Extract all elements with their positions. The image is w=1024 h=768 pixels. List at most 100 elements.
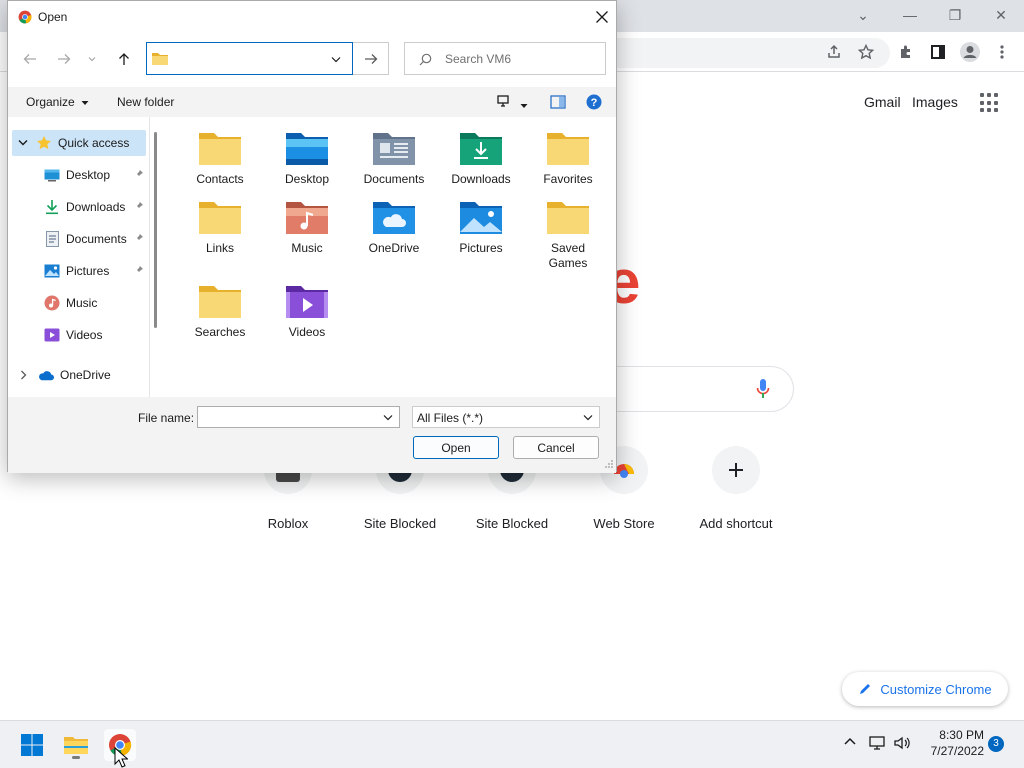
nav-label: Desktop (66, 168, 111, 182)
organize-chevron-icon (81, 101, 89, 105)
file-type-chevron-icon (583, 415, 593, 421)
folder-label: Saved Games (548, 241, 588, 270)
network-icon[interactable] (869, 735, 887, 754)
customize-chrome-button[interactable]: Customize Chrome (842, 672, 1008, 706)
folder-label: Favorites (543, 172, 593, 186)
extensions-icon[interactable] (894, 40, 918, 64)
nav-item-pictures[interactable]: Pictures (12, 258, 146, 284)
folder-item-music[interactable]: Music (265, 200, 349, 256)
onedrive-cloud-icon (38, 367, 54, 383)
forward-arrow-icon[interactable] (52, 47, 76, 71)
folder-item-downloads[interactable]: Downloads (439, 131, 523, 187)
system-clock[interactable]: 8:30 PM 7/27/2022 (916, 727, 984, 759)
volume-icon[interactable] (893, 735, 911, 754)
folder-icon (199, 286, 241, 318)
nav-item-desktop[interactable]: Desktop (12, 162, 146, 188)
resize-grip-icon[interactable] (604, 459, 614, 469)
file-name-field[interactable] (197, 406, 400, 428)
minimize-icon[interactable]: — (896, 4, 924, 26)
folder-label: Searches (194, 325, 246, 339)
profile-avatar-icon[interactable] (958, 40, 982, 64)
view-options-chevron-icon[interactable] (520, 98, 528, 112)
folder-item-saved-games[interactable]: Saved Games (526, 200, 610, 271)
onedrive-folder-icon (373, 202, 415, 234)
nav-label: Downloads (66, 200, 126, 214)
voice-search-icon[interactable] (756, 378, 770, 400)
cancel-button[interactable]: Cancel (513, 436, 599, 459)
search-placeholder: Search VM6 (445, 52, 512, 66)
running-indicator (72, 756, 80, 759)
recent-locations-chevron-icon[interactable] (84, 47, 100, 71)
organize-button[interactable]: Organize (26, 95, 89, 109)
nav-item-downloads[interactable]: Downloads (12, 194, 146, 220)
up-arrow-icon[interactable] (112, 47, 136, 71)
nav-quick-access[interactable]: Quick access (12, 130, 146, 156)
open-button[interactable]: Open (413, 436, 499, 459)
dialog-footer: File name: All Files (*.*) Open Cancel (8, 397, 616, 473)
dialog-title-bar[interactable]: Open (8, 1, 616, 33)
chrome-menu-icon[interactable] (990, 40, 1014, 64)
folder-item-videos[interactable]: Videos (265, 284, 349, 340)
plus-icon (712, 446, 760, 494)
file-explorer-taskbar-button[interactable] (60, 729, 92, 761)
preview-pane-icon[interactable] (550, 95, 566, 112)
folder-item-pictures[interactable]: Pictures (439, 200, 523, 256)
side-panel-icon[interactable] (926, 40, 950, 64)
back-arrow-icon[interactable] (18, 47, 42, 71)
customize-chrome-label: Customize Chrome (880, 681, 992, 697)
share-icon[interactable] (822, 40, 846, 64)
shortcut-label: Site Blocked (475, 516, 549, 531)
folder-item-contacts[interactable]: Contacts (178, 131, 262, 187)
nav-item-music[interactable]: Music (12, 290, 146, 316)
go-arrow-icon[interactable] (353, 42, 389, 75)
shortcut-label: Site Blocked (363, 516, 437, 531)
images-link[interactable]: Images (912, 94, 958, 110)
folder-item-desktop[interactable]: Desktop (265, 131, 349, 187)
gmail-link[interactable]: Gmail (864, 94, 901, 110)
pin-icon (135, 202, 143, 210)
cancel-button-label: Cancel (537, 440, 575, 455)
folder-item-links[interactable]: Links (178, 200, 262, 256)
nav-pane-scrollbar[interactable] (154, 132, 157, 328)
google-apps-icon[interactable] (980, 93, 1000, 113)
new-folder-button[interactable]: New folder (117, 95, 174, 109)
notification-badge[interactable]: 3 (988, 736, 1004, 752)
file-type-select[interactable]: All Files (*.*) (412, 406, 600, 428)
folder-item-onedrive[interactable]: OneDrive (352, 200, 436, 256)
address-dropdown-chevron-icon[interactable] (331, 56, 341, 63)
videos-icon (44, 327, 60, 343)
help-icon[interactable]: ? (586, 94, 602, 113)
shortcut-label: Roblox (267, 516, 309, 531)
folder-item-favorites[interactable]: Favorites (526, 131, 610, 187)
folder-label: Pictures (459, 241, 503, 255)
add-shortcut-button[interactable]: Add shortcut (680, 446, 792, 531)
tab-search-icon[interactable]: ⌄ (849, 4, 877, 26)
folder-icon (152, 53, 168, 65)
nav-label: Music (66, 296, 98, 310)
change-view-icon[interactable] (496, 94, 510, 111)
collapse-chevron-icon[interactable] (18, 139, 28, 147)
folder-item-documents[interactable]: Documents (352, 131, 436, 187)
expand-chevron-icon[interactable] (20, 370, 28, 380)
start-button[interactable] (16, 729, 48, 761)
show-hidden-icons-chevron-icon[interactable] (843, 735, 857, 752)
search-input[interactable]: Search VM6 (404, 42, 606, 75)
folder-label: Videos (288, 325, 326, 339)
nav-item-onedrive[interactable]: OneDrive (12, 362, 146, 388)
organize-label: Organize (26, 95, 75, 109)
bookmark-star-icon[interactable] (854, 40, 878, 64)
folder-content-view: Contacts Desktop Documents Downloads Fav… (164, 117, 616, 397)
folder-label: Contacts (196, 172, 244, 186)
nav-item-videos[interactable]: Videos (12, 322, 146, 348)
restore-icon[interactable]: ❐ (941, 4, 969, 26)
address-bar[interactable] (146, 42, 353, 75)
file-type-value: All Files (*.*) (417, 411, 484, 425)
file-name-dropdown-chevron-icon[interactable] (383, 414, 393, 421)
svg-text:?: ? (591, 97, 598, 109)
nav-item-documents[interactable]: Documents (12, 226, 146, 252)
close-window-icon[interactable]: ✕ (987, 4, 1015, 26)
shortcut-label: Web Store (593, 516, 655, 531)
folder-item-searches[interactable]: Searches (178, 284, 262, 340)
close-icon[interactable] (590, 6, 614, 28)
folder-label: OneDrive (368, 241, 420, 255)
